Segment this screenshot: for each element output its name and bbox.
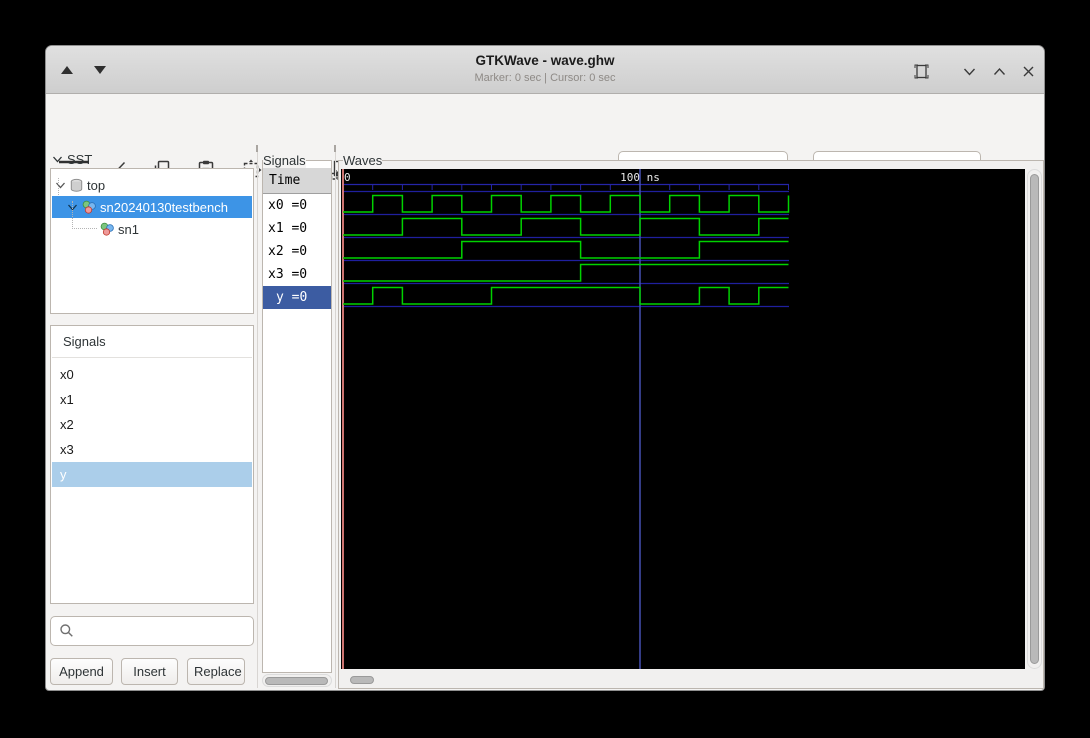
search-input[interactable] [50,616,254,646]
waveform-plot: 0 100 ns [342,169,790,669]
signal-search-list: Signals x0 x1 x2 x3 y [50,325,254,604]
waves-frame-label: Waves [343,153,383,168]
list-item-x1[interactable]: x1 [52,387,252,412]
sst-expander[interactable]: SST [52,152,92,167]
search-icon [59,623,74,638]
titlebar[interactable]: GTKWave - wave.ghw Marker: 0 sec | Curso… [46,46,1044,94]
list-item-x0[interactable]: x0 [52,362,252,387]
tree-node-label: sn20240130testbench [100,199,228,215]
marker-cursor-status: Marker: 0 sec | Cursor: 0 sec [474,72,616,84]
toolbar: From: To: [46,94,1044,189]
waves-vscrollbar-thumb[interactable] [1030,174,1039,664]
tree-connector [58,178,66,197]
list-item-y[interactable]: y [52,462,252,487]
signal-values-panel: Time x0 =0 x1 =0 x2 =0 x3 =0 y =0 [262,160,332,673]
values-hscrollbar-track[interactable] [262,674,332,687]
tree-node-label: sn1 [118,221,139,237]
close-icon [1023,66,1033,76]
list-item-x2[interactable]: x2 [52,412,252,437]
waves-hscrollbar-track[interactable] [340,674,1042,687]
sst-header: SST [67,152,93,167]
pane-grip[interactable] [256,145,258,152]
signals-frame-label: Signals [263,153,306,168]
value-row-x1[interactable]: x1 =0 [263,217,331,240]
keep-above-button[interactable] [912,62,930,80]
values-hscrollbar-thumb[interactable] [265,677,328,685]
expander-chevron-icon [53,156,62,163]
window-title: GTKWave - wave.ghw [475,53,615,68]
svg-text:0: 0 [344,171,351,184]
value-row-y[interactable]: y =0 [263,286,331,309]
scope-cylinder-icon [70,178,83,192]
pane-separator[interactable] [335,150,336,688]
gtkwave-window: GTKWave - wave.ghw Marker: 0 sec | Curso… [45,45,1045,691]
close-button[interactable] [1019,62,1037,80]
tree-node-label: top [87,177,106,193]
insert-button[interactable]: Insert [121,658,178,685]
desktop-background: GTKWave - wave.ghw Marker: 0 sec | Curso… [0,0,1090,738]
waves-hscrollbar-thumb[interactable] [350,676,374,684]
signals-list-header: Signals [63,334,106,349]
header-divider [52,357,252,358]
value-row-x3[interactable]: x3 =0 [263,263,331,286]
value-row-x2[interactable]: x2 =0 [263,240,331,263]
append-button[interactable]: Append [50,658,113,685]
pane-separator[interactable] [257,150,258,688]
tree-node-top[interactable]: top [52,174,252,196]
module-icon [100,222,114,236]
sst-tree: top sn20240130testbench sn1 [50,168,254,314]
tree-node-sn1[interactable]: sn1 [52,218,252,240]
keep-above-icon [914,64,928,78]
chevron-up-icon [993,67,1005,75]
time-header[interactable]: Time [263,168,331,194]
value-row-x0[interactable]: x0 =0 [263,194,331,217]
minimize-button[interactable] [960,62,978,80]
chevron-down-icon [963,68,975,76]
waves-vscrollbar-track[interactable] [1027,169,1042,669]
waveform-canvas[interactable]: 0 100 ns [341,169,1025,669]
maximize-button[interactable] [990,62,1008,80]
replace-button[interactable]: Replace [187,658,245,685]
list-item-x3[interactable]: x3 [52,437,252,462]
pane-grip[interactable] [334,145,336,152]
